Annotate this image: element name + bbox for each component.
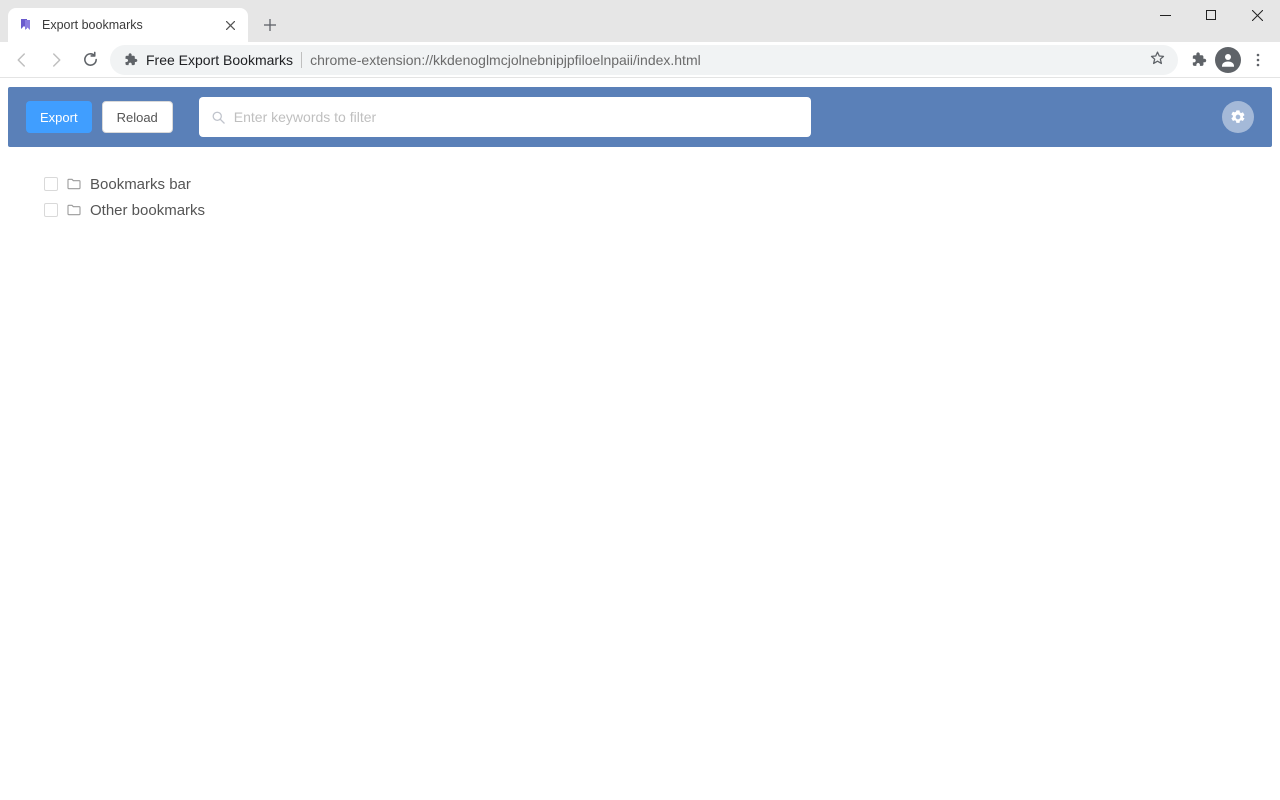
extension-name: Free Export Bookmarks bbox=[146, 52, 293, 68]
browser-menu-button[interactable] bbox=[1244, 46, 1272, 74]
tab-strip: Export bookmarks bbox=[0, 0, 1280, 42]
gear-icon bbox=[1230, 109, 1246, 125]
extensions-button[interactable] bbox=[1184, 46, 1212, 74]
window-close[interactable] bbox=[1234, 0, 1280, 30]
search-box[interactable] bbox=[199, 97, 811, 137]
address-bar[interactable]: Free Export Bookmarks chrome-extension:/… bbox=[110, 45, 1178, 75]
tree-item-label: Bookmarks bar bbox=[90, 176, 191, 193]
profile-avatar[interactable] bbox=[1214, 46, 1242, 74]
url-text: chrome-extension://kkdenoglmcjolnebnipjp… bbox=[310, 52, 1141, 68]
nav-reload-button[interactable] bbox=[76, 46, 104, 74]
checkbox[interactable] bbox=[44, 203, 58, 217]
window-minimize[interactable] bbox=[1142, 0, 1188, 30]
checkbox[interactable] bbox=[44, 177, 58, 191]
tab-close-icon[interactable] bbox=[222, 17, 238, 33]
folder-icon bbox=[66, 202, 82, 218]
settings-button[interactable] bbox=[1222, 101, 1254, 133]
tree-item[interactable]: Bookmarks bar bbox=[44, 171, 1236, 197]
search-icon bbox=[211, 110, 226, 125]
window-controls bbox=[1142, 0, 1280, 30]
new-tab-button[interactable] bbox=[256, 11, 284, 39]
search-input[interactable] bbox=[234, 109, 799, 125]
nav-forward-button[interactable] bbox=[42, 46, 70, 74]
reload-button[interactable]: Reload bbox=[102, 101, 173, 133]
bookmarks-bar-gap bbox=[0, 78, 1280, 87]
window-maximize[interactable] bbox=[1188, 0, 1234, 30]
star-bookmark-icon[interactable] bbox=[1149, 50, 1166, 70]
address-separator bbox=[301, 52, 302, 68]
nav-back-button[interactable] bbox=[8, 46, 36, 74]
browser-tab[interactable]: Export bookmarks bbox=[8, 8, 248, 42]
export-button[interactable]: Export bbox=[26, 101, 92, 133]
toolbar-right-group bbox=[1184, 46, 1272, 74]
browser-toolbar: Free Export Bookmarks chrome-extension:/… bbox=[0, 42, 1280, 78]
extension-puzzle-icon bbox=[122, 52, 138, 68]
tab-title: Export bookmarks bbox=[42, 18, 214, 32]
browser-titlebar: Export bookmarks bbox=[0, 0, 1280, 42]
content-area: Bookmarks bar Other bookmarks bbox=[0, 147, 1280, 247]
tree-item[interactable]: Other bookmarks bbox=[44, 197, 1236, 223]
app-header: Export Reload bbox=[8, 87, 1272, 147]
folder-icon bbox=[66, 176, 82, 192]
tree-item-label: Other bookmarks bbox=[90, 202, 205, 219]
tab-favicon-icon bbox=[18, 17, 34, 33]
